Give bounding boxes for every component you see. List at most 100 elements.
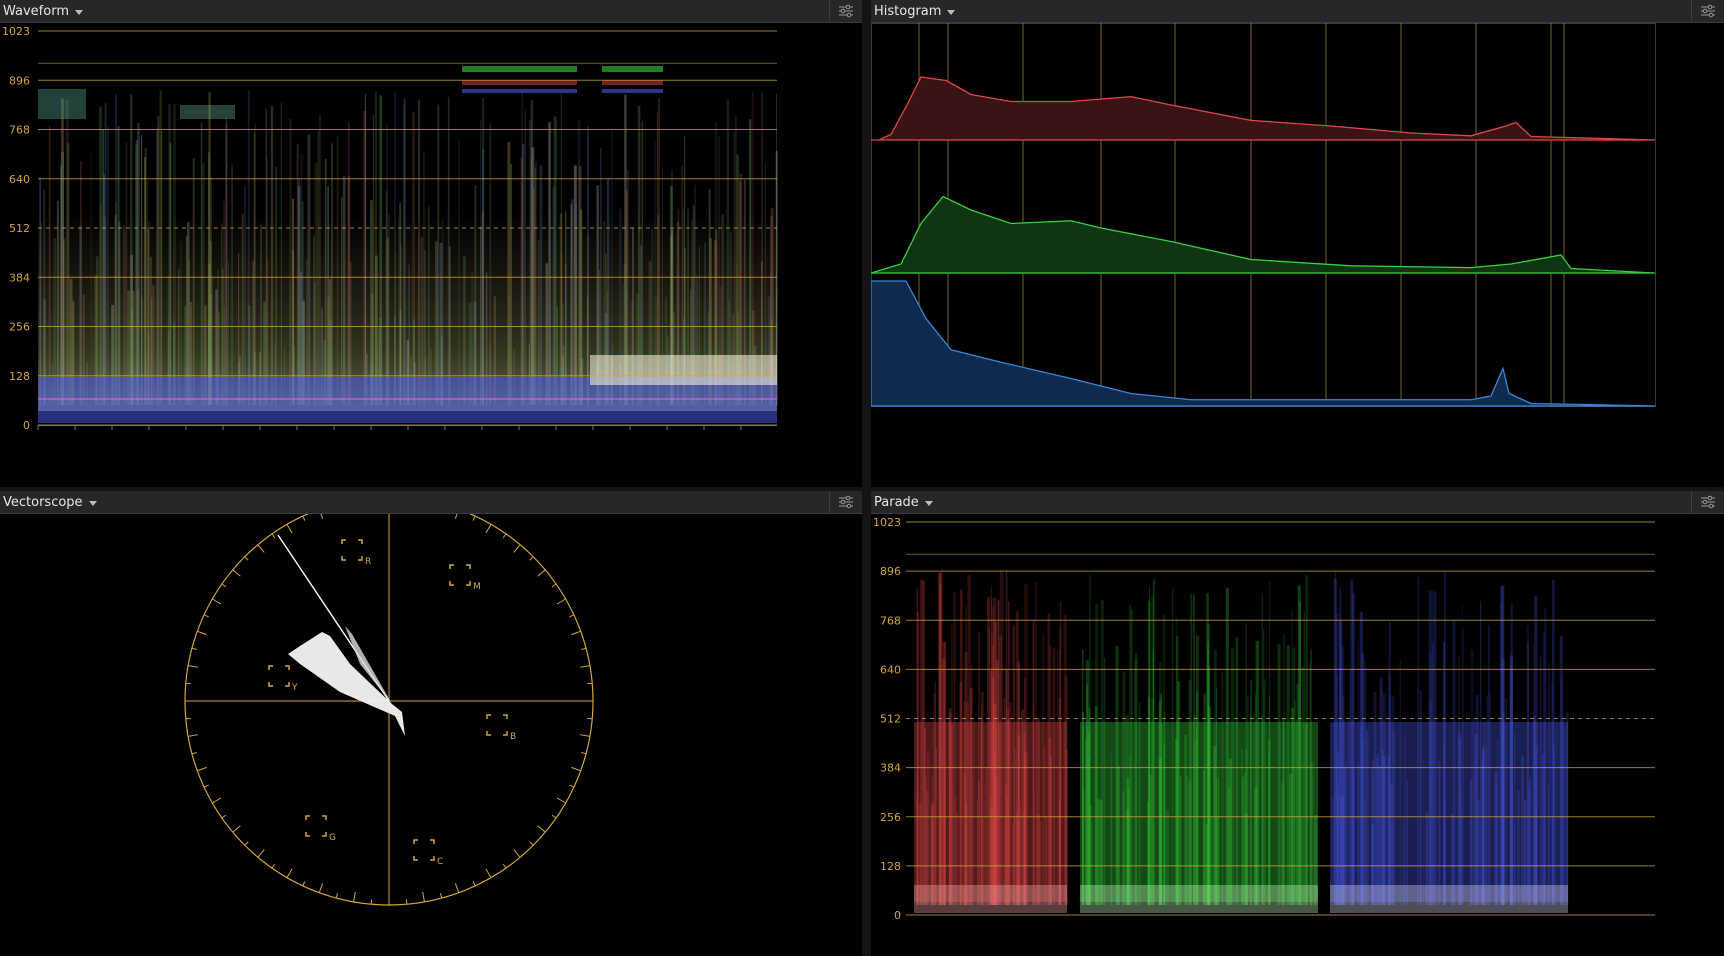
parade-title: Parade <box>874 494 919 510</box>
histogram-frame <box>871 23 1656 407</box>
target-bracket <box>486 731 491 736</box>
scale-tick-label: 896 <box>9 74 30 87</box>
parade-blue-channel <box>1330 571 1569 913</box>
vectorscope-tick <box>302 881 306 887</box>
vectorscope-tick <box>529 556 534 561</box>
target-bracket <box>322 815 327 820</box>
waveform-title: Waveform <box>3 3 69 19</box>
target-bracket <box>285 682 290 687</box>
vectorscope-tick <box>529 841 534 846</box>
scale-tick-label: 0 <box>23 419 30 432</box>
panel-divider-horizontal[interactable] <box>0 487 1724 491</box>
vectorscope-tick <box>556 598 566 605</box>
target-label: M <box>473 582 481 592</box>
parade-density <box>1330 722 1568 902</box>
vectorscope-tick <box>472 881 476 887</box>
vectorscope-tick <box>318 883 324 893</box>
target-bracket <box>466 581 471 586</box>
vectorscope-tick <box>257 544 265 553</box>
target-bracket <box>503 731 508 736</box>
vectorscope-header: Vectorscope <box>0 491 862 514</box>
vectorscope-tick <box>197 766 207 772</box>
chevron-down-icon <box>924 500 933 506</box>
scale-tick-label: 768 <box>9 124 30 137</box>
parade-green-channel <box>1080 574 1318 913</box>
target-bracket <box>413 856 418 861</box>
vectorscope-tick <box>537 825 546 833</box>
parade-highlight <box>914 885 1067 913</box>
waveform-peak <box>602 89 663 93</box>
parade-panel: Parade 1023 896 768 640 512 384 256 128 0 <box>871 491 1724 956</box>
vectorscope-tick <box>221 814 227 819</box>
target-c: C <box>413 839 443 867</box>
waveform-scope: 1023 896 768 640 512 384 256 128 0 <box>0 23 862 487</box>
vectorscope-tick <box>320 514 324 519</box>
vectorscope-tick <box>191 752 197 755</box>
target-y: Y <box>268 665 298 693</box>
parade-density <box>914 722 1067 902</box>
histogram-header: Histogram <box>871 0 1724 23</box>
chevron-down-icon <box>75 9 83 15</box>
scale-tick-label: 256 <box>9 321 30 334</box>
sliders-icon <box>1701 4 1715 18</box>
waveform-peak <box>38 89 86 119</box>
vectorscope-tick <box>191 647 197 650</box>
chevron-down-icon <box>88 500 97 506</box>
vectorscope-title-dropdown[interactable]: Vectorscope <box>0 495 97 510</box>
target-bracket <box>466 564 471 569</box>
target-bracket <box>503 714 508 719</box>
parade-settings-button[interactable] <box>1691 491 1724 513</box>
panel-divider-vertical[interactable] <box>862 0 871 956</box>
chevron-down-icon <box>947 9 956 15</box>
waveform-traces <box>38 66 778 423</box>
parade-title-dropdown[interactable]: Parade <box>871 495 933 510</box>
vectorscope-tick <box>335 893 338 899</box>
waveform-title-dropdown[interactable]: Waveform <box>0 4 83 19</box>
waveform-panel: Waveform 1023 896 768 640 512 384 256 128 0 <box>0 0 862 487</box>
histogram-title-dropdown[interactable]: Histogram <box>871 4 956 19</box>
vectorscope-tick <box>197 630 207 636</box>
scale-tick-label: 384 <box>880 762 901 775</box>
scale-tick-label: 0 <box>894 909 901 922</box>
vectorscope-trace <box>288 632 405 736</box>
scale-tick-label: 128 <box>9 370 30 383</box>
vectorscope-tick <box>579 665 590 668</box>
scale-tick-label: 1023 <box>873 516 901 529</box>
vectorscope-graph: R M Y B G C <box>184 514 594 906</box>
histogram-green-channel <box>871 195 1656 274</box>
scale-tick-label: 640 <box>9 173 30 186</box>
vectorscope-settings-button[interactable] <box>829 491 862 513</box>
target-bracket <box>268 682 273 687</box>
vectorscope-tick <box>271 533 276 539</box>
vectorscope-tick <box>203 614 209 618</box>
histogram-graph <box>871 23 1656 407</box>
waveform-settings-button[interactable] <box>829 0 862 22</box>
target-bracket <box>305 815 310 820</box>
target-label: B <box>510 732 516 742</box>
scale-tick-label: 384 <box>9 271 30 284</box>
scale-tick-label: 640 <box>880 663 901 676</box>
vectorscope-tick <box>579 734 590 737</box>
scale-tick-label: 128 <box>880 860 901 873</box>
vectorscope-tick <box>422 891 425 902</box>
vectorscope-tick <box>569 784 575 788</box>
target-b: B <box>486 714 516 742</box>
vectorscope-tick <box>571 766 581 772</box>
vectorscope-tick <box>188 665 199 668</box>
waveform-peak <box>602 66 663 72</box>
scale-tick-label: 512 <box>880 713 901 726</box>
parade-highlight <box>1080 885 1318 913</box>
target-bracket <box>413 839 418 844</box>
vectorscope-tick <box>203 784 209 788</box>
vectorscope-tick <box>454 514 458 519</box>
parade-scope: 1023 896 768 640 512 384 256 128 0 <box>871 514 1724 956</box>
vectorscope-tick <box>302 515 306 521</box>
vectorscope-tick <box>551 814 557 819</box>
vectorscope-tick <box>212 598 222 605</box>
target-bracket <box>341 539 346 544</box>
histogram-settings-button[interactable] <box>1691 0 1724 22</box>
vectorscope-tick <box>353 891 356 902</box>
parade-header: Parade <box>871 491 1724 514</box>
waveform-highlight <box>590 355 777 385</box>
vectorscope-tick <box>232 825 241 833</box>
